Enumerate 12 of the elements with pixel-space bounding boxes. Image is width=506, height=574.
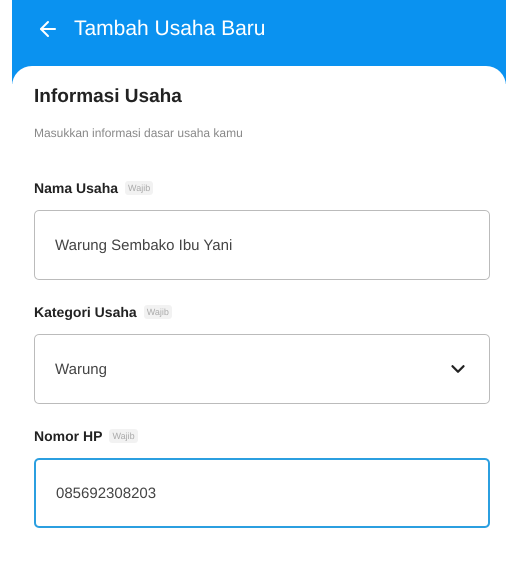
- category-dropdown[interactable]: Warung: [34, 334, 490, 404]
- field-label: Nomor HP: [34, 428, 102, 444]
- input-field[interactable]: 085692308203: [34, 458, 490, 528]
- required-tag: Wajib: [125, 181, 154, 195]
- section-title: Informasi Usaha: [34, 86, 183, 108]
- section-subtitle: Masukkan informasi dasar usaha kamu: [34, 126, 244, 140]
- input-field[interactable]: Warung Sembako Ibu Yani: [34, 210, 490, 280]
- page-title: Tambah Usaha Baru: [74, 16, 266, 42]
- required-tag: Wajib: [144, 305, 172, 319]
- field-label: Kategori Usaha: [34, 304, 137, 320]
- field-label: Nama Usaha: [34, 180, 118, 196]
- required-tag: Wajib: [109, 429, 138, 443]
